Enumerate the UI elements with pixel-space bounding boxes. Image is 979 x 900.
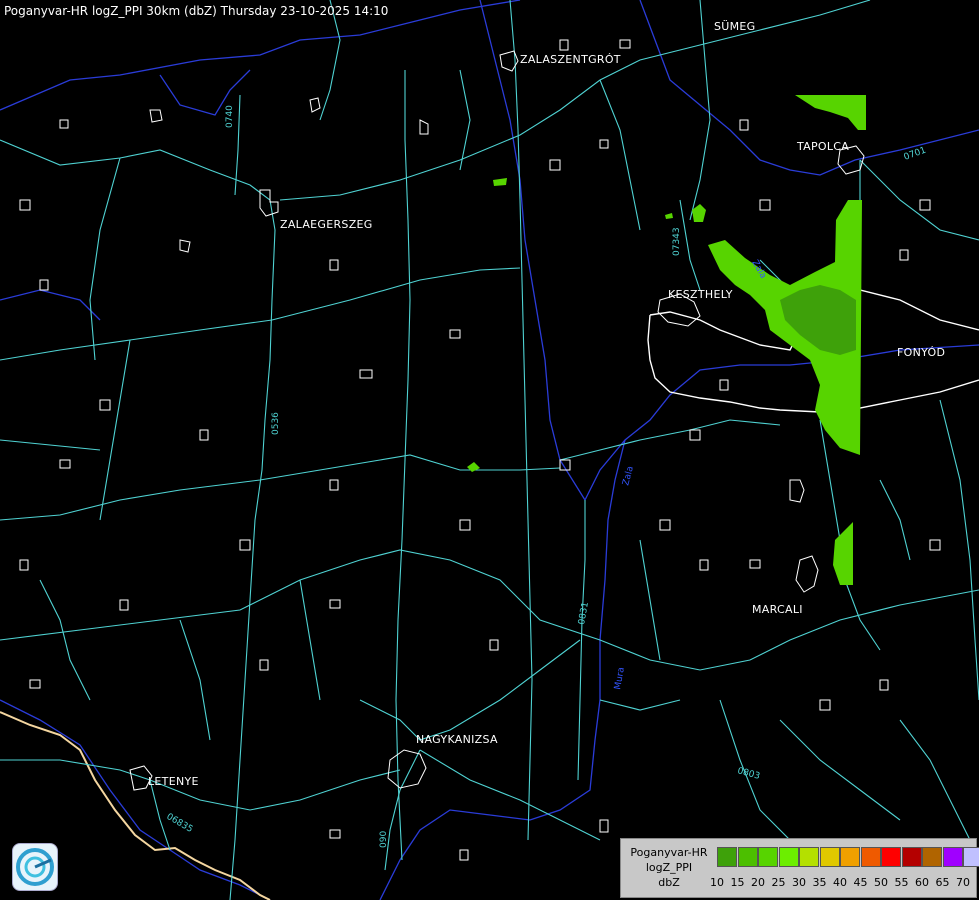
legend-swatch	[778, 847, 799, 867]
radar-echoes	[467, 95, 866, 585]
city-label[interactable]: FONYÓD	[897, 346, 945, 359]
legend-tick: 15	[730, 876, 745, 889]
legend: Poganyvar-HR logZ_PPI dbZ 10 15 20 25 30 35 40…	[620, 838, 979, 898]
legend-tick: 10	[710, 876, 724, 889]
legend-tick: 25	[771, 876, 786, 889]
road-label: 0536	[271, 412, 281, 435]
legend-tick: 20	[751, 876, 765, 889]
legend-swatch	[717, 847, 737, 867]
legend-swatch	[922, 847, 942, 867]
city-label[interactable]: MARCALI	[752, 603, 803, 616]
map-title: Poganyvar-HR logZ_PPI 30km (dbZ) Thursda…	[4, 4, 389, 18]
legend-tick: 35	[812, 876, 827, 889]
river-label: Mura	[613, 666, 627, 690]
echo-small-4	[665, 213, 673, 219]
legend-swatch	[942, 847, 963, 867]
city-label[interactable]: SÜMEG	[714, 20, 756, 33]
legend-swatch	[963, 847, 979, 867]
legend-tick: 70	[956, 876, 970, 889]
echo-small-2	[493, 178, 507, 186]
legend-swatch	[737, 847, 758, 867]
echo-tapolca	[795, 95, 866, 130]
city-label[interactable]: TAPOLCA	[796, 140, 849, 153]
legend-swatch	[840, 847, 860, 867]
legend-title: Poganyvar-HR logZ_PPI dbZ	[623, 845, 715, 890]
legend-swatch	[901, 847, 922, 867]
radar-map[interactable]: SÜMEG ZALASZENTGRÓT TAPOLCA ZALAEGERSZEG…	[0, 0, 979, 900]
legend-tick: 45	[853, 876, 868, 889]
legend-swatch	[799, 847, 819, 867]
road-label: 06835	[165, 812, 195, 835]
city-label[interactable]: NAGYKANIZSA	[416, 733, 498, 746]
legend-product: logZ_PPI	[645, 861, 693, 874]
road-label: 0831	[577, 601, 591, 625]
echo-small-1	[692, 204, 706, 222]
city-label[interactable]: KESZTHELY	[668, 288, 733, 301]
rivers	[0, 0, 979, 900]
legend-tick: 30	[792, 876, 806, 889]
city-label[interactable]: ZALASZENTGRÓT	[520, 53, 621, 66]
city-label[interactable]: ZALAEGERSZEG	[280, 218, 373, 231]
legend-tick: 50	[874, 876, 888, 889]
legend-tick: 55	[894, 876, 909, 889]
legend-tick: 60	[915, 876, 929, 889]
road-label: 07343	[672, 227, 682, 256]
radar-service-logo-icon[interactable]	[12, 843, 58, 891]
legend-swatch	[881, 847, 901, 867]
legend-swatch	[860, 847, 881, 867]
road-label: 0803	[736, 766, 761, 782]
legend-tick: 40	[833, 876, 847, 889]
legend-unit: dbZ	[658, 876, 680, 889]
legend-tick: 65	[935, 876, 950, 889]
legend-swatch	[758, 847, 778, 867]
legend-swatch	[819, 847, 840, 867]
road-label: 0740	[225, 105, 235, 128]
city-label[interactable]: LETENYE	[148, 775, 199, 788]
roads	[0, 0, 979, 900]
road-label: 090	[379, 831, 389, 848]
echo-south	[833, 522, 853, 585]
legend-radar-name: Poganyvar-HR	[630, 846, 708, 859]
river-label: Zala	[621, 465, 636, 487]
